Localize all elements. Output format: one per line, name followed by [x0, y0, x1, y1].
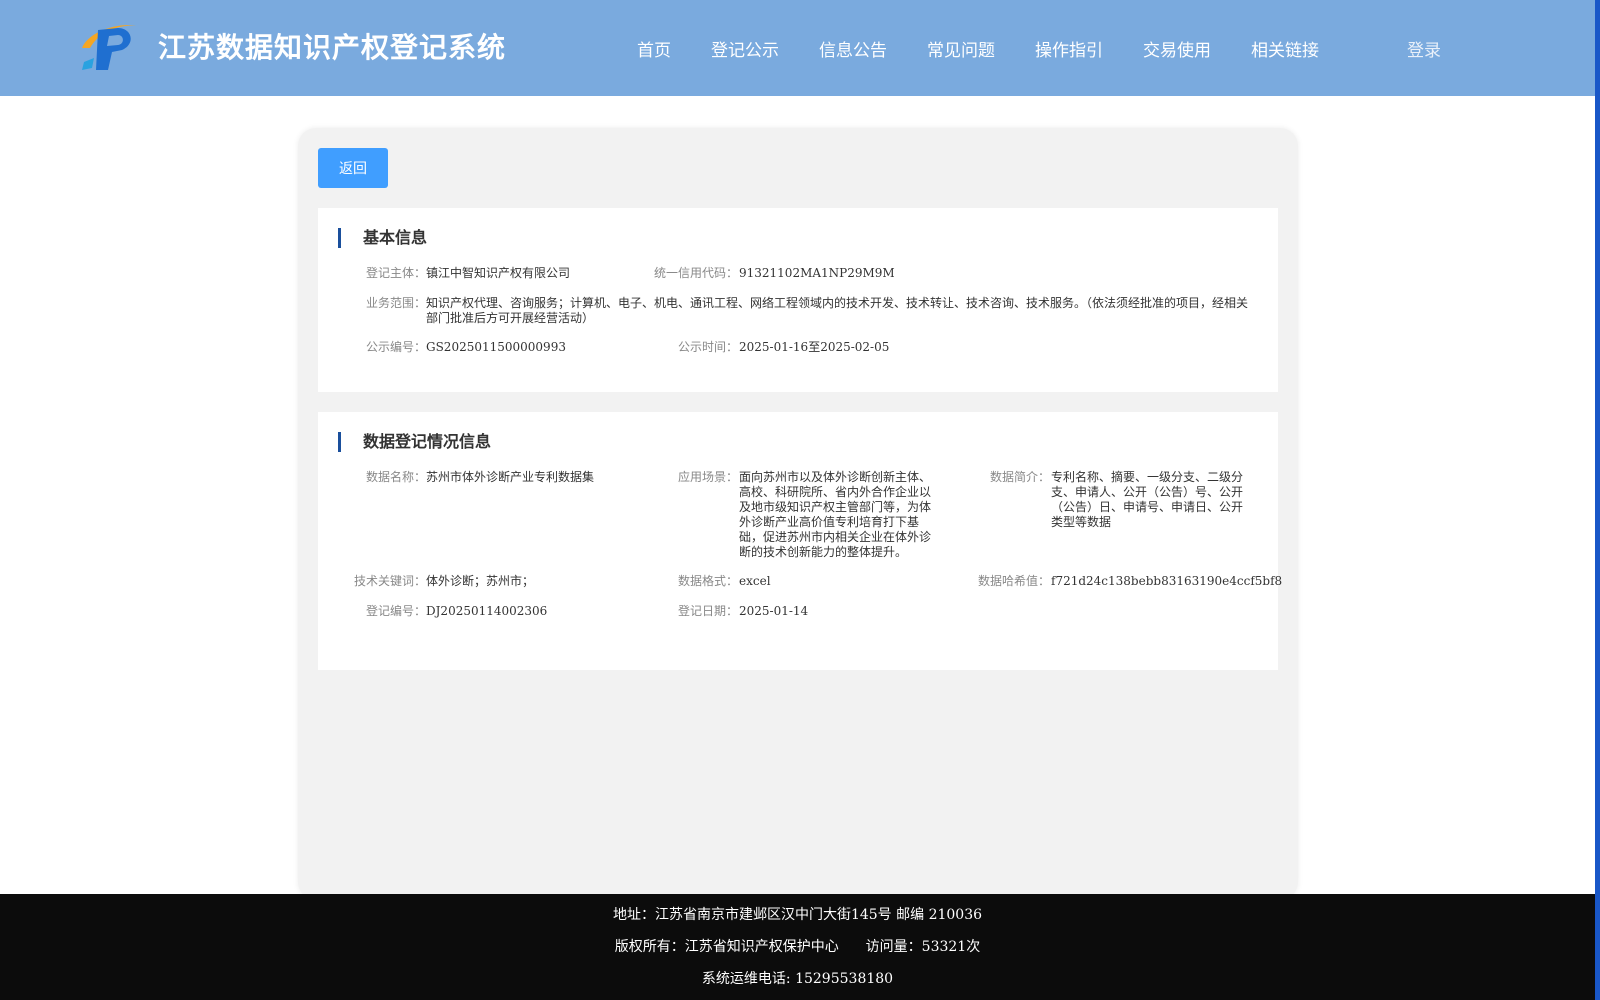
- keywords-label: 技术关键词：: [353, 574, 426, 588]
- window-edge: [1595, 0, 1600, 1000]
- data-registration-panel: 数据登记情况信息 数据名称： 苏州市体外诊断产业专利数据集 应用场景： 面向苏州…: [318, 412, 1282, 670]
- summary-label: 数据简介：: [989, 470, 1050, 484]
- reg-date-label: 登记日期：: [677, 604, 738, 618]
- nav-faq[interactable]: 常见问题: [927, 36, 995, 61]
- back-button[interactable]: 返回: [318, 148, 388, 188]
- business-scope-value: 知识产权代理、咨询服务；计算机、电子、机电、通讯工程、网络工程领域内的技术开发、…: [426, 296, 1249, 325]
- top-header: 江苏数据知识产权登记系统 首页 登记公示 信息公告 常见问题 操作指引 交易使用…: [0, 0, 1595, 96]
- hash-label: 数据哈希值：: [977, 574, 1050, 588]
- format-label: 数据格式：: [677, 574, 738, 588]
- credit-code-value: 91321102MA1NP29M9M: [739, 266, 895, 280]
- basic-info-panel: 基本信息 登记主体： 镇江中智知识产权有限公司 统一信用代码： 91321102…: [318, 208, 1278, 392]
- nav-links[interactable]: 相关链接: [1251, 36, 1319, 61]
- footer-visits: 访问量：53321次: [865, 939, 981, 955]
- hash-value: f721d24c138bebb83163190e4ccf5bf8: [1051, 574, 1283, 588]
- reg-no-label: 登记编号：: [365, 604, 426, 618]
- scenario-value: 面向苏州市以及体外诊断创新主体、高校、科研院所、省内外合作企业以及地市级知识产权…: [739, 470, 932, 559]
- nav-home[interactable]: 首页: [637, 36, 671, 61]
- notice-time-value: 2025-01-16至2025-02-05: [739, 340, 890, 354]
- footer-address: 地址：江苏省南京市建邺区汉中门大街145号 邮编 210036: [612, 907, 983, 923]
- summary-value: 专利名称、摘要、一级分支、二级分支、申请人、公开（公告）号、公开（公告）日、申请…: [1051, 470, 1244, 529]
- data-name-value: 苏州市体外诊断产业专利数据集: [426, 470, 595, 484]
- footer-phone: 系统运维电话: 15295538180: [701, 971, 894, 987]
- nav-announcements[interactable]: 信息公告: [819, 36, 887, 61]
- site-title: 江苏数据知识产权登记系统: [158, 31, 507, 64]
- footer-copyright: 版权所有：江苏省知识产权保护中心: [614, 939, 839, 955]
- notice-time-label: 公示时间：: [677, 340, 738, 354]
- notice-no-value: GS2025011500000993: [426, 340, 566, 354]
- subject-label: 登记主体：: [365, 266, 426, 280]
- format-value: excel: [739, 574, 771, 588]
- reg-date-value: 2025-01-14: [739, 604, 809, 618]
- data-name-label: 数据名称：: [365, 470, 426, 484]
- page-footer: 地址：江苏省南京市建邺区汉中门大街145号 邮编 210036 版权所有：江苏省…: [0, 894, 1595, 1000]
- footer-copyright-row: 版权所有：江苏省知识产权保护中心 访问量：53321次: [0, 936, 1595, 956]
- data-registration-title: 数据登记情况信息: [338, 432, 491, 452]
- site-logo-icon: [82, 25, 136, 70]
- credit-code-label: 统一信用代码：: [653, 266, 738, 280]
- detail-card: 返回 基本信息 登记主体： 镇江中智知识产权有限公司 统一信用代码： 91321…: [298, 128, 1298, 900]
- nav-registration-notice[interactable]: 登记公示: [711, 36, 779, 61]
- keywords-value: 体外诊断；苏州市；: [426, 574, 535, 588]
- scenario-label: 应用场景：: [677, 470, 738, 484]
- login-link[interactable]: 登录: [1407, 36, 1441, 61]
- basic-info-title: 基本信息: [338, 228, 427, 248]
- business-scope-label: 业务范围：: [365, 296, 426, 310]
- nav-trading[interactable]: 交易使用: [1143, 36, 1211, 61]
- reg-no-value: DJ20250114002306: [426, 604, 548, 618]
- nav-guide[interactable]: 操作指引: [1035, 36, 1103, 61]
- notice-no-label: 公示编号：: [365, 340, 426, 354]
